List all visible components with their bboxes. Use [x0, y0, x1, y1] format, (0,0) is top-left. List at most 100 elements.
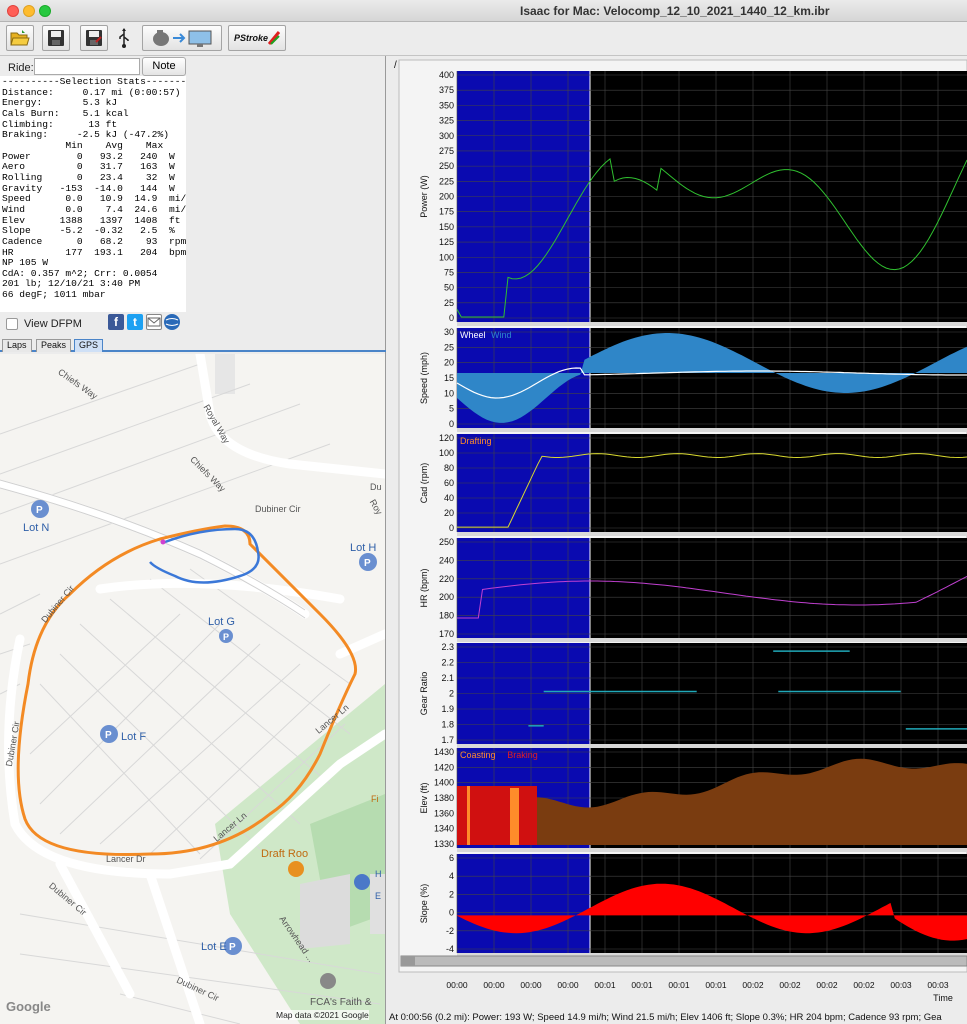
x-tick-label: 00:02 — [816, 980, 838, 990]
y-tick-label: 20 — [444, 508, 454, 518]
legend-entry: Drafting — [460, 436, 492, 446]
toolbar: PStroke — [0, 22, 967, 56]
street-label: Dubiner Cir — [255, 504, 301, 514]
legend-entry: Braking — [507, 750, 538, 760]
y-tick-label: 2.3 — [441, 642, 454, 652]
y-tick-label: 0 — [449, 523, 454, 533]
place-label: Lot N — [23, 522, 50, 534]
svg-text:P: P — [223, 632, 229, 642]
floppy-disk-icon — [48, 30, 64, 46]
pstroke-logo-icon — [268, 31, 280, 45]
y-tick-label: 6 — [449, 853, 454, 863]
y-tick-label: 240 — [439, 555, 454, 565]
y-tick-label: 1340 — [434, 824, 454, 834]
open-button[interactable] — [6, 25, 34, 51]
view-dfpm-checkbox[interactable] — [6, 318, 18, 330]
y-tick-label: 75 — [444, 267, 454, 277]
y-tick-label: 2.1 — [441, 673, 454, 683]
save-button[interactable] — [42, 25, 70, 51]
x-tick-label: 00:01 — [631, 980, 653, 990]
y-tick-label: 300 — [439, 131, 454, 141]
y-tick-label: 15 — [444, 373, 454, 383]
x-tick-label: 00:00 — [520, 980, 542, 990]
ride-input[interactable] — [34, 58, 140, 75]
place-label: Lot G — [208, 616, 235, 628]
x-tick-label: 00:03 — [890, 980, 912, 990]
y-tick-label: 2 — [449, 689, 454, 699]
pstroke-button[interactable]: PStroke — [228, 25, 286, 51]
legend-entry: Wind — [491, 330, 512, 340]
x-tick-label: 00:01 — [668, 980, 690, 990]
x-tick-label: 00:00 — [483, 980, 505, 990]
place-label: Fi — [371, 794, 379, 804]
y-tick-label: 150 — [439, 222, 454, 232]
app-window: Isaac for Mac: Velocomp_12_10_2021_1440_… — [0, 0, 967, 1024]
gps-map[interactable]: P P P P P Chiefs Way Royal Way Chiefs Wa… — [0, 354, 385, 1024]
left-panel: Ride: Note ----------Selection Stats----… — [0, 56, 386, 1024]
transfer-button[interactable] — [142, 25, 222, 51]
y-tick-label: 125 — [439, 237, 454, 247]
tab-laps[interactable]: Laps — [2, 339, 32, 352]
y-tick-label: 325 — [439, 116, 454, 126]
globe-icon[interactable] — [164, 314, 180, 330]
tab-peaks[interactable]: Peaks — [36, 339, 72, 352]
facebook-icon[interactable]: f — [108, 314, 124, 330]
svg-text:P: P — [229, 942, 236, 953]
panel-splitter — [457, 428, 967, 432]
close-window-button[interactable] — [7, 5, 19, 17]
y-tick-label: 2 — [449, 889, 454, 899]
usb-button[interactable] — [114, 25, 134, 51]
x-tick-label: 00:02 — [742, 980, 764, 990]
y-tick-label: 180 — [439, 611, 454, 621]
x-tick-label: 00:01 — [705, 980, 727, 990]
y-axis-label: HR (bpm) — [419, 568, 429, 607]
chart-panel-cad: 120 100 80 60 40 20 0 Cad (rpm) Drafting — [419, 433, 967, 536]
y-tick-label: 1430 — [434, 747, 454, 757]
place-label: E — [375, 891, 382, 901]
y-tick-label: 60 — [444, 478, 454, 488]
tab-gps[interactable]: GPS — [74, 339, 104, 352]
panel-splitter — [457, 744, 967, 748]
charts-panel[interactable]: /400 375 350 325 300 275 250 225 200 175 150 125 100… — [387, 56, 967, 1024]
twitter-icon[interactable]: t — [127, 314, 143, 330]
y-tick-label: 250 — [439, 161, 454, 171]
zoom-window-button[interactable] — [39, 5, 51, 17]
chart-panel-speed: 30 25 20 15 10 5 0 Speed (mph) Wheel Wind — [419, 327, 967, 432]
y-tick-label: 0 — [449, 419, 454, 429]
y-tick-label: 220 — [439, 574, 454, 584]
minimize-window-button[interactable] — [23, 5, 35, 17]
chart-panel-power: 4003753503253002752502252001751501251007… — [419, 70, 967, 326]
chart-canvas[interactable]: /400375350325300275250225200175150125100… — [387, 56, 967, 1011]
place-label: FCA's Faith & — [310, 997, 372, 1008]
y-tick-label: -2 — [446, 926, 454, 936]
y-tick-label: 400 — [439, 70, 454, 80]
panel-splitter — [457, 848, 967, 852]
y-tick-label: 80 — [444, 463, 454, 473]
panel-splitter — [457, 322, 967, 326]
svg-text:P: P — [364, 558, 371, 569]
coasting-region — [510, 788, 519, 845]
y-tick-label: 200 — [439, 192, 454, 202]
y-tick-label: 1.7 — [441, 735, 454, 745]
place-label: Lot F — [121, 731, 147, 743]
selection-stats-panel: ----------Selection Stats--------- Distan… — [0, 76, 186, 312]
y-tick-label: 250 — [439, 537, 454, 547]
stats-line: Cadence 0 68.2 93 rpm — [2, 235, 186, 247]
save-as-button[interactable] — [80, 25, 108, 51]
view-dfpm-option[interactable]: View DFPM — [6, 318, 82, 330]
device-to-computer-icon — [153, 30, 212, 47]
y-tick-label: 20 — [444, 358, 454, 368]
y-axis-label: Speed (mph) — [419, 352, 429, 404]
selection-region — [457, 854, 590, 953]
panel-splitter — [457, 638, 967, 642]
floppy-disk-edit-icon — [86, 30, 102, 46]
y-tick-label: 1330 — [434, 839, 454, 849]
x-axis-label: Time — [933, 993, 953, 1003]
y-axis-label: Slope (%) — [419, 884, 429, 924]
note-button[interactable]: Note — [142, 57, 186, 76]
email-icon[interactable] — [146, 314, 162, 330]
scrollbar-thumb — [401, 956, 415, 966]
google-logo: Google — [6, 999, 51, 1014]
place-label: Du — [370, 482, 382, 492]
title-bar: Isaac for Mac: Velocomp_12_10_2021_1440_… — [0, 0, 967, 22]
